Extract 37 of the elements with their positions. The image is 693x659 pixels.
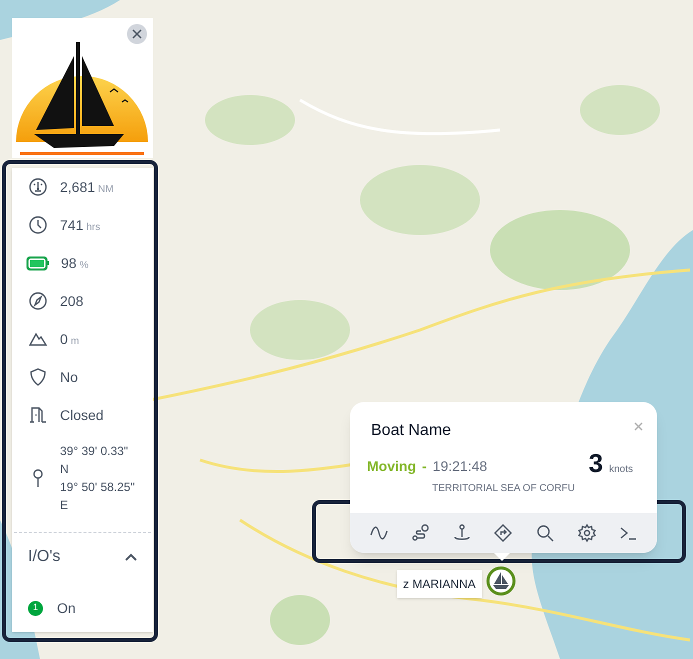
- stat-unit: %: [80, 258, 88, 272]
- shield-icon: [28, 367, 48, 387]
- io-state: On: [57, 598, 76, 618]
- stat-unit: hrs: [86, 220, 100, 234]
- boat-marker-icon[interactable]: [486, 566, 516, 596]
- speed-value: 3: [588, 449, 604, 477]
- io-section-header[interactable]: I/O's: [12, 533, 153, 581]
- stat-value: Closed: [60, 406, 104, 424]
- search-icon: [535, 523, 556, 543]
- stat-unit: m: [70, 334, 80, 348]
- distance-icon: [28, 177, 48, 197]
- directions-icon: [493, 523, 514, 543]
- zone-text: TERRITORIAL SEA OF CORFU: [432, 482, 575, 496]
- stat-value: No: [60, 368, 78, 386]
- coordinates-text: 39° 39' 0.33" N 19° 50' 58.25" E: [60, 443, 135, 514]
- io-indicator: 1: [28, 600, 43, 616]
- boat-label: z MARIANNA: [397, 570, 482, 598]
- stat-value: 2,681: [60, 178, 96, 196]
- time-text: 19:21:48: [432, 457, 488, 476]
- stat-value: 741: [60, 216, 84, 234]
- settings-icon: [576, 523, 597, 543]
- heading-icon: [28, 291, 48, 311]
- speed-unit: knots: [609, 463, 633, 477]
- close-button[interactable]: [127, 24, 147, 44]
- status-text: Moving: [367, 457, 416, 476]
- separator-text: -: [422, 457, 427, 476]
- boat-name: Boat Name: [371, 421, 452, 441]
- hours-icon: [28, 215, 48, 235]
- person-pin-icon: [452, 523, 472, 543]
- stat-value: 0: [60, 330, 68, 348]
- stat-value: 98: [61, 254, 77, 272]
- stat-value: 208: [60, 292, 84, 310]
- stat-unit: NM: [98, 182, 114, 196]
- close-icon: [132, 29, 142, 39]
- door-icon: [28, 405, 48, 425]
- route-icon: [410, 523, 430, 543]
- close-icon: [634, 422, 642, 430]
